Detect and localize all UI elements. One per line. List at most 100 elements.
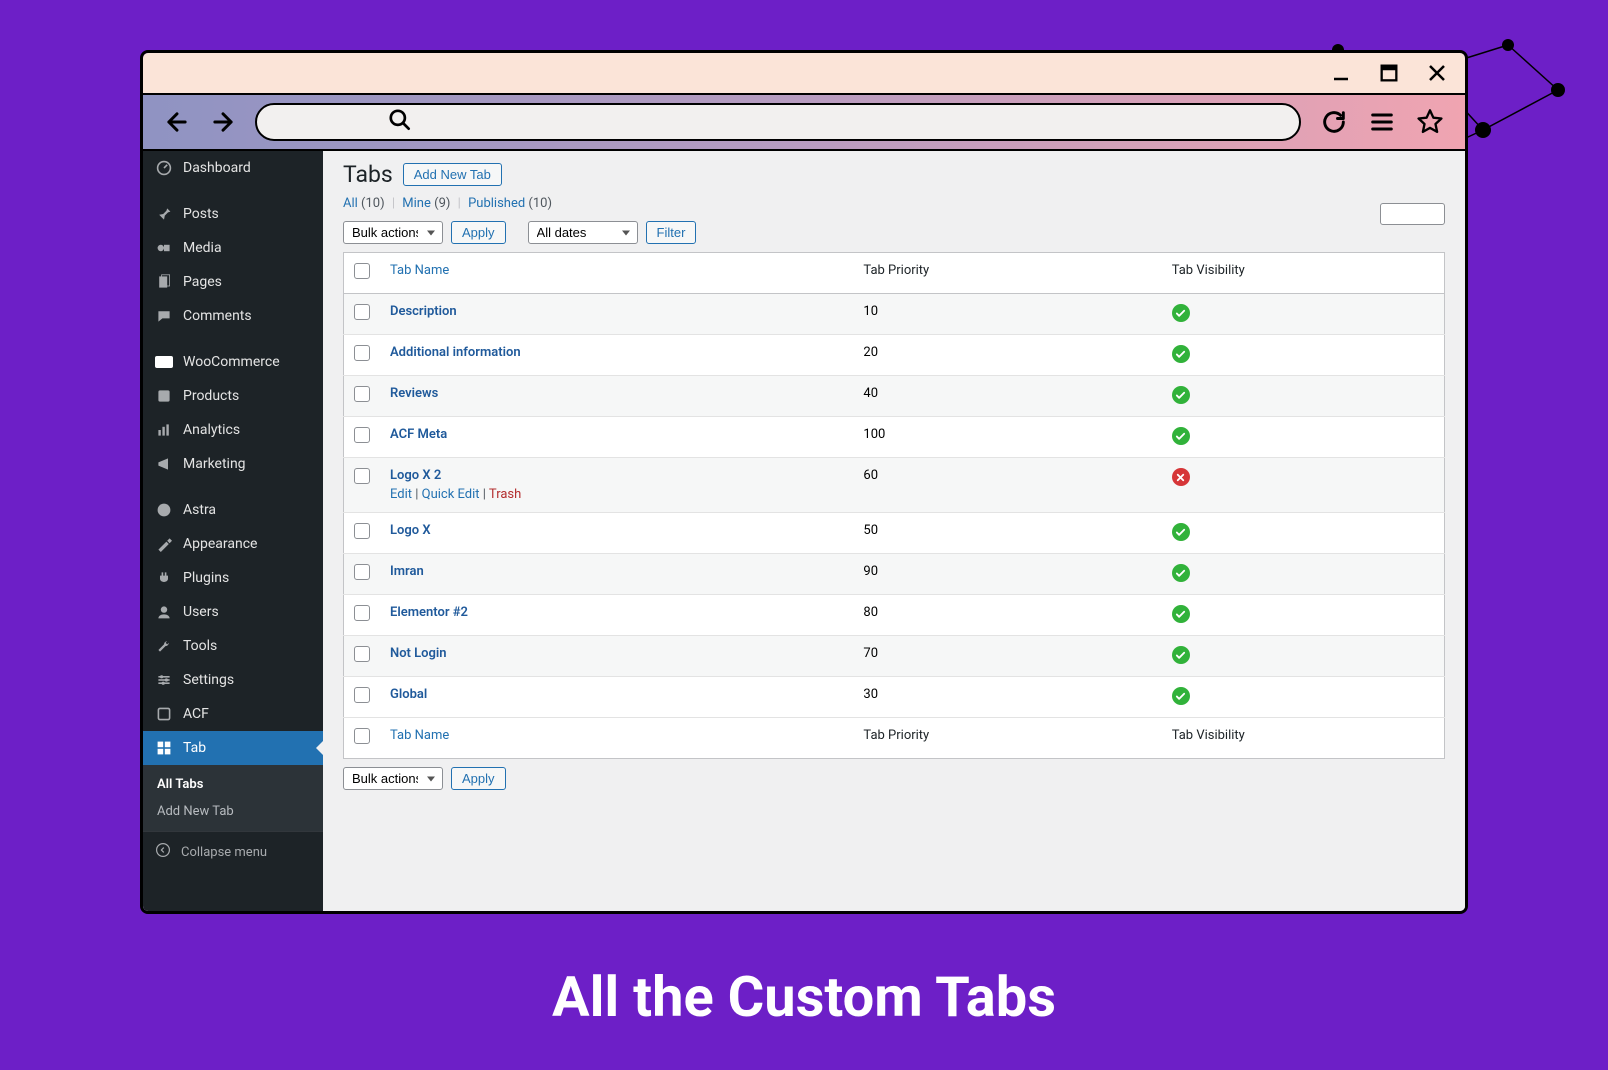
row-title-link[interactable]: Logo X (390, 523, 431, 538)
browser-window: Dashboard Posts Media Pages Comments Woo… (140, 50, 1468, 914)
add-new-tab-button[interactable]: Add New Tab (403, 163, 502, 186)
table-row: Reviews 40 (344, 376, 1445, 417)
sidebar-item-marketing[interactable]: Marketing (143, 447, 323, 481)
col-footer-name[interactable]: Tab Name (380, 718, 853, 759)
filter-button[interactable]: Filter (646, 221, 697, 244)
filter-all-count: (10) (361, 196, 385, 211)
row-edit[interactable]: Edit (390, 487, 412, 502)
row-priority: 80 (853, 595, 1161, 636)
apply-button-bottom[interactable]: Apply (451, 767, 506, 790)
sidebar-item-dashboard[interactable]: Dashboard (143, 151, 323, 185)
back-arrow-icon[interactable] (163, 108, 191, 136)
maximize-icon[interactable] (1377, 61, 1401, 85)
row-checkbox[interactable] (354, 427, 370, 443)
star-icon[interactable] (1415, 107, 1445, 137)
settings-icon (155, 671, 173, 689)
row-checkbox[interactable] (354, 687, 370, 703)
row-title-link[interactable]: Not Login (390, 646, 447, 661)
sidebar-item-pages[interactable]: Pages (143, 265, 323, 299)
filter-mine-count: (9) (434, 196, 450, 211)
bulk-actions-select-bottom[interactable]: Bulk actions (343, 767, 443, 790)
sidebar-item-woocommerce[interactable]: WooCommerce (143, 345, 323, 379)
sidebar-item-label: Pages (183, 274, 222, 290)
apply-button-top[interactable]: Apply (451, 221, 506, 244)
submenu-add-new[interactable]: Add New Tab (143, 798, 323, 825)
sidebar-item-astra[interactable]: Astra (143, 493, 323, 527)
sidebar-item-label: Products (183, 388, 239, 404)
browser-toolbar (143, 95, 1465, 151)
row-checkbox[interactable] (354, 304, 370, 320)
filter-published[interactable]: Published (468, 196, 525, 211)
forward-arrow-icon[interactable] (209, 108, 237, 136)
sidebar-item-settings[interactable]: Settings (143, 663, 323, 697)
filter-mine[interactable]: Mine (402, 196, 431, 211)
sidebar-item-label: Comments (183, 308, 252, 324)
visibility-ok-icon (1172, 564, 1190, 582)
row-checkbox[interactable] (354, 386, 370, 402)
search-box[interactable] (1380, 203, 1445, 225)
sidebar-item-label: Marketing (183, 456, 246, 472)
row-checkbox[interactable] (354, 523, 370, 539)
sidebar-item-analytics[interactable]: Analytics (143, 413, 323, 447)
row-checkbox[interactable] (354, 564, 370, 580)
sidebar-item-comments[interactable]: Comments (143, 299, 323, 333)
row-priority: 100 (853, 417, 1161, 458)
row-checkbox[interactable] (354, 468, 370, 484)
row-title-link[interactable]: Reviews (390, 386, 438, 401)
row-title-link[interactable]: Imran (390, 564, 424, 579)
row-title-link[interactable]: Additional information (390, 345, 521, 360)
row-trash[interactable]: Trash (489, 487, 521, 502)
acf-icon (155, 705, 173, 723)
row-title-link[interactable]: ACF Meta (390, 427, 447, 442)
url-bar[interactable] (255, 103, 1301, 141)
submenu-all-tabs[interactable]: All Tabs (143, 771, 323, 798)
visibility-off-icon (1172, 468, 1190, 486)
row-title-link[interactable]: Global (390, 687, 427, 702)
minimize-icon[interactable] (1329, 61, 1353, 85)
date-filter-select[interactable]: All dates (528, 221, 638, 244)
visibility-ok-icon (1172, 304, 1190, 322)
sidebar-item-tools[interactable]: Tools (143, 629, 323, 663)
sidebar-item-acf[interactable]: ACF (143, 697, 323, 731)
row-checkbox[interactable] (354, 345, 370, 361)
row-title-link[interactable]: Logo X 2 (390, 468, 441, 483)
sidebar-item-label: Analytics (183, 422, 240, 438)
close-icon[interactable] (1425, 61, 1449, 85)
view-filters: All (10) | Mine (9) | Published (10) (343, 196, 1445, 211)
window-titlebar (143, 53, 1465, 95)
row-quick-edit[interactable]: Quick Edit (422, 487, 480, 502)
row-priority: 30 (853, 677, 1161, 718)
col-header-name[interactable]: Tab Name (380, 253, 853, 294)
visibility-ok-icon (1172, 523, 1190, 541)
slide-caption: All the Custom Tabs (0, 964, 1608, 1030)
sidebar-item-plugins[interactable]: Plugins (143, 561, 323, 595)
row-priority: 60 (853, 458, 1161, 513)
collapse-menu[interactable]: Collapse menu (143, 831, 323, 872)
bulk-actions-select[interactable]: Bulk actions (343, 221, 443, 244)
select-all-checkbox-bottom[interactable] (354, 728, 370, 744)
sidebar-item-tab[interactable]: Tab (143, 731, 323, 765)
row-title-link[interactable]: Description (390, 304, 457, 319)
row-priority: 70 (853, 636, 1161, 677)
sidebar-item-posts[interactable]: Posts (143, 197, 323, 231)
sidebar-item-products[interactable]: Products (143, 379, 323, 413)
visibility-ok-icon (1172, 687, 1190, 705)
visibility-ok-icon (1172, 386, 1190, 404)
reload-icon[interactable] (1319, 107, 1349, 137)
select-all-checkbox[interactable] (354, 263, 370, 279)
sidebar-item-users[interactable]: Users (143, 595, 323, 629)
row-checkbox[interactable] (354, 646, 370, 662)
row-priority: 40 (853, 376, 1161, 417)
menu-icon[interactable] (1367, 107, 1397, 137)
col-header-priority: Tab Priority (853, 253, 1161, 294)
filter-all[interactable]: All (343, 196, 358, 211)
sidebar-item-appearance[interactable]: Appearance (143, 527, 323, 561)
row-priority: 50 (853, 513, 1161, 554)
sidebar-item-label: Tab (183, 740, 206, 756)
row-checkbox[interactable] (354, 605, 370, 621)
sidebar-item-media[interactable]: Media (143, 231, 323, 265)
row-title-link[interactable]: Elementor #2 (390, 605, 468, 620)
dashboard-icon (155, 159, 173, 177)
sidebar-item-label: Settings (183, 672, 234, 688)
media-icon (155, 239, 173, 257)
